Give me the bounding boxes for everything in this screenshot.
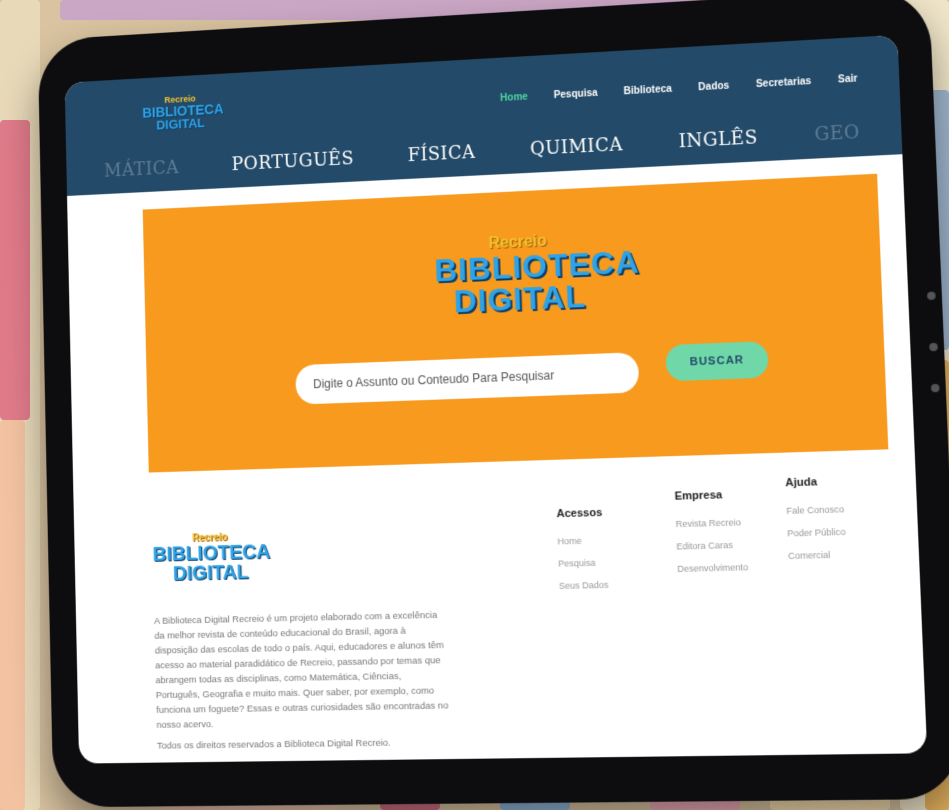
book xyxy=(0,120,30,420)
site-footer: Recreio BIBLIOTECA DIGITAL A Biblioteca … xyxy=(73,453,927,764)
search-button[interactable]: BUSCAR xyxy=(665,341,769,381)
subject-portugues[interactable]: PORTUGUÊS xyxy=(231,148,354,175)
footer-link-revista[interactable]: Revista Recreio xyxy=(675,516,799,530)
footer-link-home[interactable]: Home xyxy=(557,533,679,546)
subject-quimica[interactable]: QUIMICA xyxy=(530,134,624,160)
subject-fisica[interactable]: FÍSICA xyxy=(407,141,475,165)
book xyxy=(0,420,25,810)
subject-geografia[interactable]: GEO xyxy=(814,121,860,145)
footer-column-acessos: Acessos Home Pesquisa Seus Dados xyxy=(556,505,681,603)
column-title: Empresa xyxy=(674,487,798,503)
nav-secretarias[interactable]: Secretarias xyxy=(756,76,812,90)
footer-link-seus-dados[interactable]: Seus Dados xyxy=(559,578,681,591)
side-button xyxy=(931,384,940,393)
search-input[interactable] xyxy=(295,352,639,404)
site-header: Recreio BIBLIOTECA DIGITAL Home Pesquisa… xyxy=(65,35,903,196)
logo-line-3: DIGITAL xyxy=(435,279,605,318)
hero-logo: Recreio BIBLIOTECA DIGITAL xyxy=(433,231,605,318)
main-nav: Home Pesquisa Biblioteca Dados Secretari… xyxy=(500,73,858,104)
footer-link-comercial[interactable]: Comercial xyxy=(788,548,914,561)
side-button xyxy=(929,343,938,352)
nav-dados[interactable]: Dados xyxy=(698,81,729,94)
footer-column-ajuda: Ajuda Fale Conosco Poder Público Comerci… xyxy=(785,473,914,573)
subject-ingles[interactable]: INGLÊS xyxy=(678,127,758,152)
footer-logo: Recreio BIBLIOTECA DIGITAL xyxy=(152,532,269,584)
footer-link-editora[interactable]: Editora Caras xyxy=(676,538,800,551)
tablet-screen: Recreio BIBLIOTECA DIGITAL Home Pesquisa… xyxy=(65,35,928,764)
copyright-text: Todos os direitos reservados a Bibliotec… xyxy=(157,736,451,751)
footer-link-poder-publico[interactable]: Poder Público xyxy=(787,525,913,539)
nav-pesquisa[interactable]: Pesquisa xyxy=(554,88,598,101)
about-text: A Biblioteca Digital Recreio é um projet… xyxy=(154,607,450,732)
nav-biblioteca[interactable]: Biblioteca xyxy=(623,84,672,98)
hero-banner: Recreio BIBLIOTECA DIGITAL BUSCAR xyxy=(143,174,889,473)
footer-link-fale-conosco[interactable]: Fale Conosco xyxy=(786,502,912,516)
tablet-device: Recreio BIBLIOTECA DIGITAL Home Pesquisa… xyxy=(38,0,949,807)
footer-link-desenvolvimento[interactable]: Desenvolvimento xyxy=(677,561,801,574)
footer-link-pesquisa[interactable]: Pesquisa xyxy=(558,556,680,569)
column-title: Acessos xyxy=(556,505,678,521)
column-title: Ajuda xyxy=(785,473,911,489)
nav-sair[interactable]: Sair xyxy=(838,73,858,85)
subject-matematica[interactable]: MÁTICA xyxy=(104,157,179,181)
nav-home[interactable]: Home xyxy=(500,92,528,104)
footer-column-empresa: Empresa Revista Recreio Editora Caras De… xyxy=(674,487,801,586)
site-logo[interactable]: Recreio BIBLIOTECA DIGITAL xyxy=(142,93,219,140)
side-button xyxy=(927,292,936,301)
